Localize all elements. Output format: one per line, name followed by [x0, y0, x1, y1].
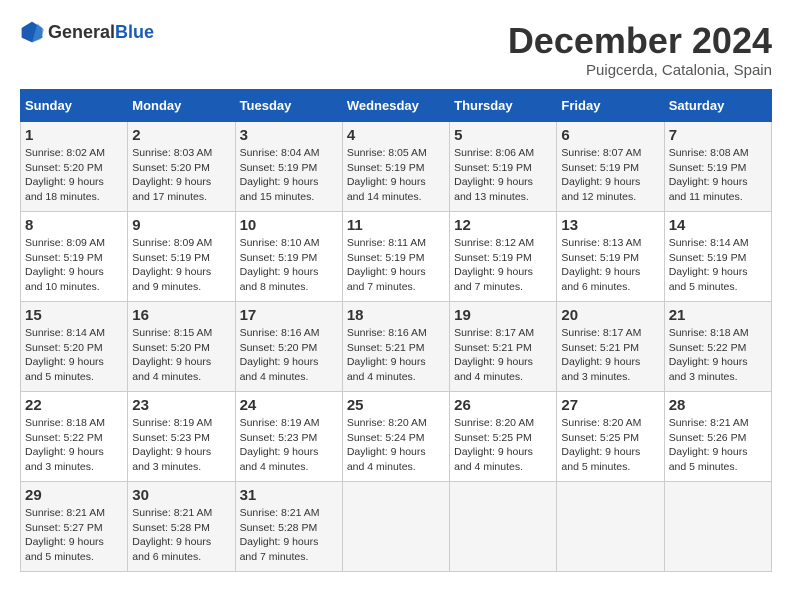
table-row: 17Sunrise: 8:16 AMSunset: 5:20 PMDayligh…: [235, 302, 342, 392]
table-row: 24Sunrise: 8:19 AMSunset: 5:23 PMDayligh…: [235, 392, 342, 482]
table-row: 13Sunrise: 8:13 AMSunset: 5:19 PMDayligh…: [557, 212, 664, 302]
title-block: December 2024 Puigcerda, Catalonia, Spai…: [508, 20, 772, 79]
table-row: 16Sunrise: 8:15 AMSunset: 5:20 PMDayligh…: [128, 302, 235, 392]
col-thursday: Thursday: [450, 90, 557, 122]
table-row: 9Sunrise: 8:09 AMSunset: 5:19 PMDaylight…: [128, 212, 235, 302]
month-title: December 2024: [508, 20, 772, 62]
col-monday: Monday: [128, 90, 235, 122]
table-row: 31Sunrise: 8:21 AMSunset: 5:28 PMDayligh…: [235, 482, 342, 572]
logo-icon: [20, 20, 44, 44]
table-row: 28Sunrise: 8:21 AMSunset: 5:26 PMDayligh…: [664, 392, 771, 482]
table-row: 18Sunrise: 8:16 AMSunset: 5:21 PMDayligh…: [342, 302, 449, 392]
table-row: 1Sunrise: 8:02 AMSunset: 5:20 PMDaylight…: [21, 122, 128, 212]
col-wednesday: Wednesday: [342, 90, 449, 122]
table-row: 3Sunrise: 8:04 AMSunset: 5:19 PMDaylight…: [235, 122, 342, 212]
logo-text: GeneralBlue: [48, 22, 154, 43]
col-sunday: Sunday: [21, 90, 128, 122]
table-row: 8Sunrise: 8:09 AMSunset: 5:19 PMDaylight…: [21, 212, 128, 302]
table-row: 21Sunrise: 8:18 AMSunset: 5:22 PMDayligh…: [664, 302, 771, 392]
logo: GeneralBlue: [20, 20, 154, 44]
table-row: 30Sunrise: 8:21 AMSunset: 5:28 PMDayligh…: [128, 482, 235, 572]
table-row: 22Sunrise: 8:18 AMSunset: 5:22 PMDayligh…: [21, 392, 128, 482]
table-row: [664, 482, 771, 572]
table-row: 15Sunrise: 8:14 AMSunset: 5:20 PMDayligh…: [21, 302, 128, 392]
table-row: 23Sunrise: 8:19 AMSunset: 5:23 PMDayligh…: [128, 392, 235, 482]
table-row: 5Sunrise: 8:06 AMSunset: 5:19 PMDaylight…: [450, 122, 557, 212]
col-saturday: Saturday: [664, 90, 771, 122]
table-row: 6Sunrise: 8:07 AMSunset: 5:19 PMDaylight…: [557, 122, 664, 212]
table-row: 19Sunrise: 8:17 AMSunset: 5:21 PMDayligh…: [450, 302, 557, 392]
table-row: 27Sunrise: 8:20 AMSunset: 5:25 PMDayligh…: [557, 392, 664, 482]
table-row: 10Sunrise: 8:10 AMSunset: 5:19 PMDayligh…: [235, 212, 342, 302]
col-tuesday: Tuesday: [235, 90, 342, 122]
col-friday: Friday: [557, 90, 664, 122]
table-row: [557, 482, 664, 572]
table-row: 11Sunrise: 8:11 AMSunset: 5:19 PMDayligh…: [342, 212, 449, 302]
table-row: 2Sunrise: 8:03 AMSunset: 5:20 PMDaylight…: [128, 122, 235, 212]
table-row: [342, 482, 449, 572]
location: Puigcerda, Catalonia, Spain: [508, 62, 772, 79]
table-row: 4Sunrise: 8:05 AMSunset: 5:19 PMDaylight…: [342, 122, 449, 212]
table-row: 14Sunrise: 8:14 AMSunset: 5:19 PMDayligh…: [664, 212, 771, 302]
table-row: [450, 482, 557, 572]
table-row: 26Sunrise: 8:20 AMSunset: 5:25 PMDayligh…: [450, 392, 557, 482]
header-row: Sunday Monday Tuesday Wednesday Thursday…: [21, 90, 772, 122]
page-header: GeneralBlue December 2024 Puigcerda, Cat…: [20, 20, 772, 79]
table-row: 7Sunrise: 8:08 AMSunset: 5:19 PMDaylight…: [664, 122, 771, 212]
table-row: 25Sunrise: 8:20 AMSunset: 5:24 PMDayligh…: [342, 392, 449, 482]
table-row: 29Sunrise: 8:21 AMSunset: 5:27 PMDayligh…: [21, 482, 128, 572]
table-row: 12Sunrise: 8:12 AMSunset: 5:19 PMDayligh…: [450, 212, 557, 302]
table-row: 20Sunrise: 8:17 AMSunset: 5:21 PMDayligh…: [557, 302, 664, 392]
calendar-table: Sunday Monday Tuesday Wednesday Thursday…: [20, 89, 772, 572]
